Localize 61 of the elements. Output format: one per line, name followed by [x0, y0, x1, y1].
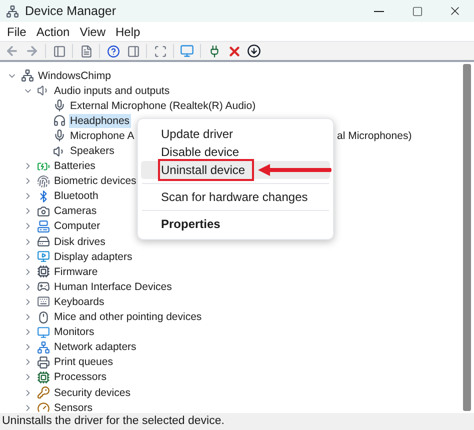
tree-item[interactable]: Disk drives — [53, 234, 106, 249]
tree-item[interactable]: Cameras — [53, 204, 98, 218]
drive-icon — [37, 235, 50, 248]
tree-item[interactable]: Mice and other pointing devices — [53, 310, 203, 324]
printer-icon — [37, 356, 50, 369]
tree-item[interactable]: Bluetooth — [53, 189, 100, 204]
tree-item[interactable]: Display adapters — [53, 250, 134, 264]
network-icon — [37, 340, 50, 354]
tree-item[interactable]: Computer — [53, 219, 102, 234]
tree-item[interactable]: Security devices — [53, 386, 132, 400]
computer-network-icon — [21, 69, 34, 82]
menu-option[interactable]: Properties — [141, 215, 330, 233]
scrollbar[interactable] — [463, 64, 471, 411]
maximize-icon — [412, 6, 422, 16]
tree-item-text: al Microphones) — [337, 128, 412, 143]
gauge-icon — [37, 401, 50, 413]
tree-item[interactable]: External Microphone (Realtek(R) Audio) — [69, 98, 257, 113]
computer-icon — [37, 220, 50, 233]
mouse-icon — [37, 310, 50, 324]
menu-option[interactable]: Scan for hardware changes — [141, 188, 330, 206]
display-icon — [37, 250, 50, 264]
tree-item[interactable]: Human Interface Devices — [53, 280, 173, 294]
gamepad-icon — [37, 280, 50, 294]
tree-item[interactable]: Speakers — [69, 144, 116, 158]
menu-option[interactable]: Disable device — [141, 143, 330, 161]
tree-item[interactable]: Audio inputs and outputs — [53, 84, 171, 98]
tree-item[interactable]: Keyboards — [53, 294, 106, 309]
tree-item[interactable]: Print queues — [53, 355, 114, 370]
menu-item[interactable]: Help — [112, 22, 144, 40]
tree-item[interactable]: Monitors — [53, 325, 96, 340]
tree-item[interactable]: Processors — [53, 370, 108, 384]
tree-item[interactable]: Microphone A — [69, 128, 136, 143]
keyboard-icon — [37, 295, 50, 308]
headphones-icon — [53, 114, 66, 128]
menu-item[interactable]: Action — [32, 22, 74, 40]
chip-icon — [37, 265, 50, 278]
battery-icon — [37, 160, 50, 173]
key-icon — [37, 386, 50, 400]
tree-item[interactable]: WindowsChimp — [37, 68, 112, 83]
tree-item[interactable]: Firmware — [53, 264, 99, 279]
window-title: Device Manager — [25, 2, 116, 20]
camera-icon — [37, 204, 50, 218]
tree-item[interactable]: Sensors — [53, 400, 94, 413]
app-icon — [6, 4, 19, 18]
tree-item[interactable]: Batteries — [53, 159, 96, 174]
status-text: Uninstalls the driver for the selected device. — [2, 414, 224, 429]
fingerprint-icon — [37, 174, 50, 188]
chip-icon — [37, 370, 50, 384]
bluetooth-icon — [37, 190, 50, 203]
menu-item[interactable]: View — [76, 22, 110, 40]
microphone-icon — [53, 99, 66, 112]
tree-item[interactable]: Headphones — [69, 114, 131, 128]
speaker-icon — [53, 144, 66, 158]
minimize-icon — [374, 10, 384, 12]
tree-item[interactable]: Biometric devices — [53, 174, 138, 188]
monitor-icon — [37, 326, 50, 339]
speaker-icon — [37, 84, 50, 98]
tree-item[interactable]: Network adapters — [53, 340, 138, 354]
menu-item[interactable]: File — [3, 22, 30, 40]
menu-option[interactable]: Update driver — [141, 125, 330, 143]
microphone-icon — [53, 129, 66, 142]
